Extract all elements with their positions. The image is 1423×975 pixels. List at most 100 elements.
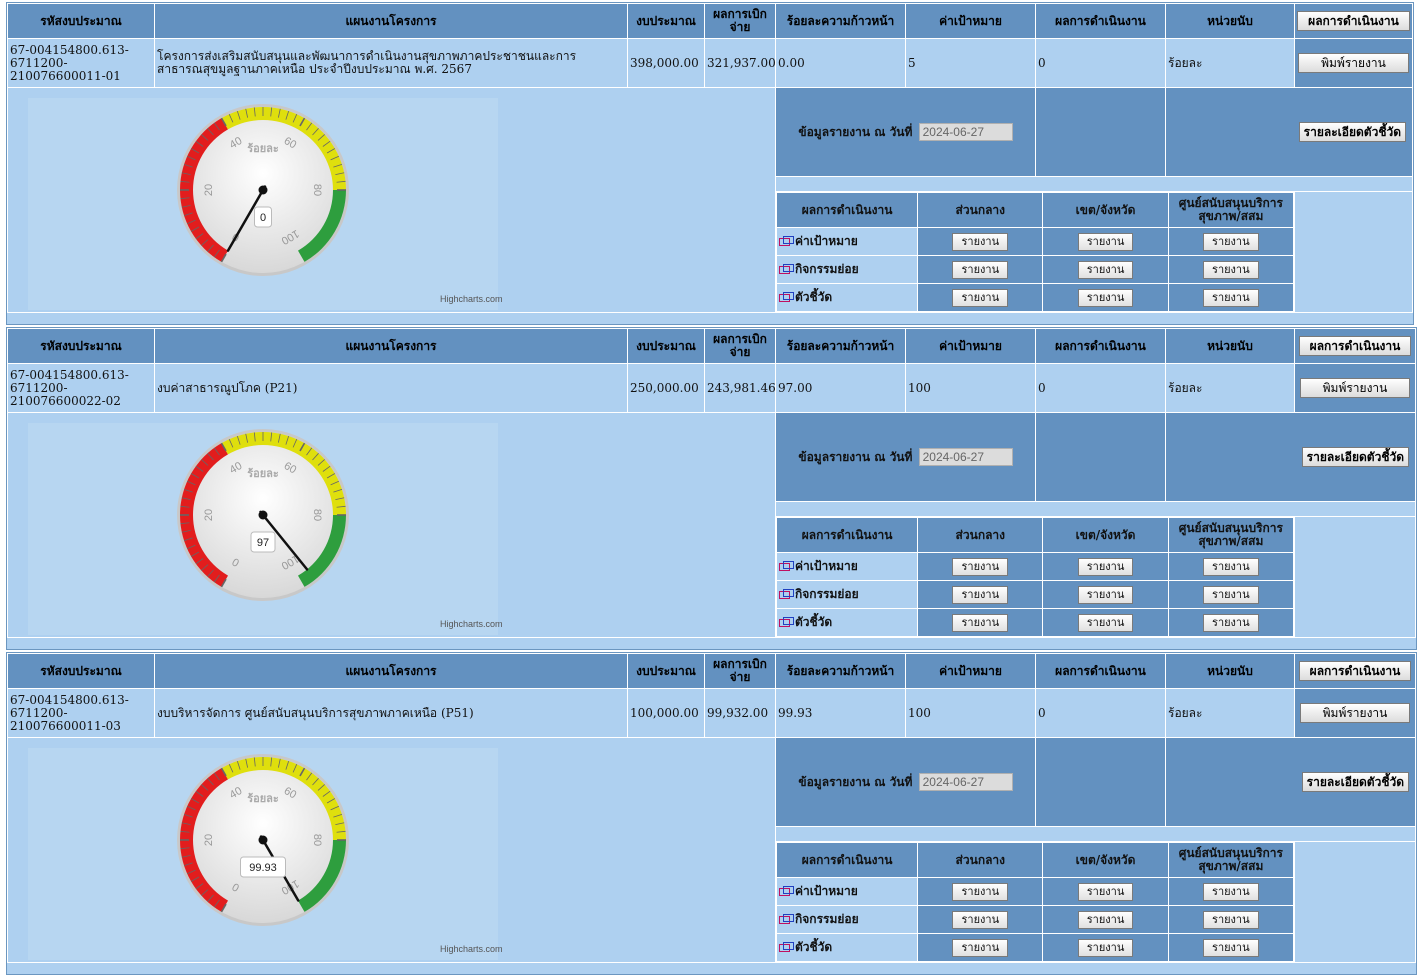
report-date-input[interactable]: 2024-06-27 <box>918 772 1013 791</box>
highcharts-credit[interactable]: Highcharts.com <box>440 294 503 304</box>
report-button[interactable]: รายงาน <box>1077 910 1134 929</box>
row-indicator[interactable]: ตัวชี้วัด <box>775 933 919 962</box>
region-cell: รายงาน <box>1042 283 1169 312</box>
plan-name: งบบริหารจัดการ ศูนย์สนับสนุนบริการสุขภาพ… <box>154 688 628 738</box>
report-button[interactable]: รายงาน <box>1203 288 1259 307</box>
indicator-detail-button[interactable]: รายละเอียดตัวชี้วัด <box>1298 122 1406 142</box>
report-button[interactable]: รายงาน <box>1077 613 1134 632</box>
report-button[interactable]: รายงาน <box>1203 938 1259 957</box>
region-cell: รายงาน <box>1042 905 1169 934</box>
row-target[interactable]: ค่าเป้าหมาย <box>775 227 919 256</box>
row-target[interactable]: ค่าเป้าหมาย <box>775 877 919 906</box>
project-panel: รหัสงบประมาณ แผนงานโครงการ งบประมาณ ผลกา… <box>6 652 1417 975</box>
central-cell: รายงาน <box>917 877 1044 906</box>
print-button-cell: พิมพ์รายงาน <box>1294 38 1413 88</box>
report-button[interactable]: รายงาน <box>952 260 1009 279</box>
target-value: 100 <box>905 688 1036 738</box>
report-button[interactable]: รายงาน <box>952 232 1009 251</box>
report-button[interactable]: รายงาน <box>1203 585 1259 604</box>
header-result: ผลการดำเนินงาน <box>1035 3 1166 39</box>
row-target-label: ค่าเป้าหมาย <box>795 234 858 248</box>
report-button[interactable]: รายงาน <box>1077 260 1134 279</box>
indicator-detail-button[interactable]: รายละเอียดตัวชี้วัด <box>1301 772 1409 792</box>
highcharts-credit[interactable]: Highcharts.com <box>440 944 503 954</box>
gauge-cell: 020406080100ร้อยละ0 Highcharts.com <box>7 87 776 313</box>
report-date-input[interactable]: 2024-06-27 <box>918 447 1013 466</box>
report-empty-cell <box>1035 737 1166 827</box>
report-button[interactable]: รายงาน <box>952 613 1009 632</box>
highcharts-credit[interactable]: Highcharts.com <box>440 619 503 629</box>
spacer-row <box>775 176 1413 192</box>
gauge-chart: 020406080100ร้อยละ99.93 Highcharts.com <box>28 748 503 960</box>
gauge-value-label: 0 <box>260 212 266 224</box>
report-button[interactable]: รายงาน <box>1077 585 1134 604</box>
result-button-cell: ผลการดำเนินงาน <box>1294 3 1413 39</box>
report-button[interactable]: รายงาน <box>1077 938 1134 957</box>
report-button[interactable]: รายงาน <box>1203 882 1259 901</box>
result-button[interactable]: ผลการดำเนินงาน <box>1297 11 1410 31</box>
report-button[interactable]: รายงาน <box>1077 232 1134 251</box>
header-unit: หน่วยนับ <box>1165 328 1295 364</box>
row-indicator[interactable]: ตัวชี้วัด <box>775 283 919 312</box>
result-button[interactable]: ผลการดำเนินงาน <box>1298 336 1412 356</box>
report-button[interactable]: รายงาน <box>952 585 1009 604</box>
sub-empty-cell <box>1294 191 1413 313</box>
print-report-button[interactable]: พิมพ์รายงาน <box>1299 703 1411 723</box>
result-value: 0 <box>1035 363 1166 413</box>
gauge-unit-label: ร้อยละ <box>247 792 279 805</box>
result-value: 0 <box>1035 688 1166 738</box>
report-button[interactable]: รายงาน <box>952 910 1009 929</box>
window-icon <box>779 292 794 302</box>
gauge-svg: 02040 6080100ร้อยละ97 <box>177 429 349 601</box>
report-button[interactable]: รายงาน <box>1203 557 1259 576</box>
report-button[interactable]: รายงาน <box>1077 288 1134 307</box>
report-button[interactable]: รายงาน <box>1077 557 1134 576</box>
report-button[interactable]: รายงาน <box>952 288 1009 307</box>
row-activity[interactable]: กิจกรรมย่อย <box>775 255 919 284</box>
report-button[interactable]: รายงาน <box>1203 232 1259 251</box>
gauge-tick-label: 80 <box>311 834 323 846</box>
print-report-button[interactable]: พิมพ์รายงาน <box>1299 378 1411 398</box>
progress-value: 99.93 <box>775 688 906 738</box>
header-budget-code: รหัสงบประมาณ <box>7 653 155 689</box>
row-activity[interactable]: กิจกรรมย่อย <box>775 580 919 609</box>
window-icon <box>779 236 794 246</box>
window-icon <box>779 942 794 952</box>
report-button[interactable]: รายงาน <box>1077 882 1134 901</box>
sub-header-central: ส่วนกลาง <box>917 192 1044 228</box>
project-table: รหัสงบประมาณ แผนงานโครงการ งบประมาณ ผลกา… <box>7 653 1416 963</box>
gauge-cell: 020406080100ร้อยละ99.93 Highcharts.com <box>7 737 776 963</box>
unit-value: ร้อยละ <box>1165 363 1295 413</box>
report-button[interactable]: รายงาน <box>1203 613 1259 632</box>
gauge-cell: 0 20 40 60 80 100 ร้อยละ 97 Highcharts.com <box>7 412 776 638</box>
header-unit: หน่วยนับ <box>1165 3 1295 39</box>
row-activity[interactable]: กิจกรรมย่อย <box>775 905 919 934</box>
row-indicator[interactable]: ตัวชี้วัด <box>775 608 919 637</box>
gauge-tick-label: 80 <box>311 184 323 196</box>
row-activity-label: กิจกรรมย่อย <box>795 912 859 926</box>
print-report-button[interactable]: พิมพ์รายงาน <box>1298 53 1409 73</box>
window-icon <box>779 886 794 896</box>
header-budget-code: รหัสงบประมาณ <box>7 328 155 364</box>
gauge-tick-label: 80 <box>311 509 323 521</box>
report-button[interactable]: รายงาน <box>952 938 1009 957</box>
report-button[interactable]: รายงาน <box>952 557 1009 576</box>
header-plan: แผนงานโครงการ <box>154 3 628 39</box>
central-cell: รายงาน <box>917 552 1044 581</box>
report-button[interactable]: รายงาน <box>952 882 1009 901</box>
result-button[interactable]: ผลการดำเนินงาน <box>1298 661 1412 681</box>
header-disbursed: ผลการเบิกจ่าย <box>704 653 776 689</box>
region-cell: รายงาน <box>1042 877 1169 906</box>
row-target[interactable]: ค่าเป้าหมาย <box>775 552 919 581</box>
indicator-detail-button[interactable]: รายละเอียดตัวชี้วัด <box>1301 447 1409 467</box>
report-date-input[interactable]: 2024-06-27 <box>918 122 1013 141</box>
target-value: 100 <box>905 363 1036 413</box>
report-button[interactable]: รายงาน <box>1203 910 1259 929</box>
header-progress: ร้อยละความก้าวหน้า <box>775 3 906 39</box>
header-disbursed: ผลการเบิกจ่าย <box>704 3 776 39</box>
center-cell: รายงาน <box>1167 933 1295 962</box>
report-button[interactable]: รายงาน <box>1203 260 1259 279</box>
header-plan: แผนงานโครงการ <box>154 653 628 689</box>
disbursed-value: 99,932.00 <box>704 688 776 738</box>
target-value: 5 <box>905 38 1036 88</box>
